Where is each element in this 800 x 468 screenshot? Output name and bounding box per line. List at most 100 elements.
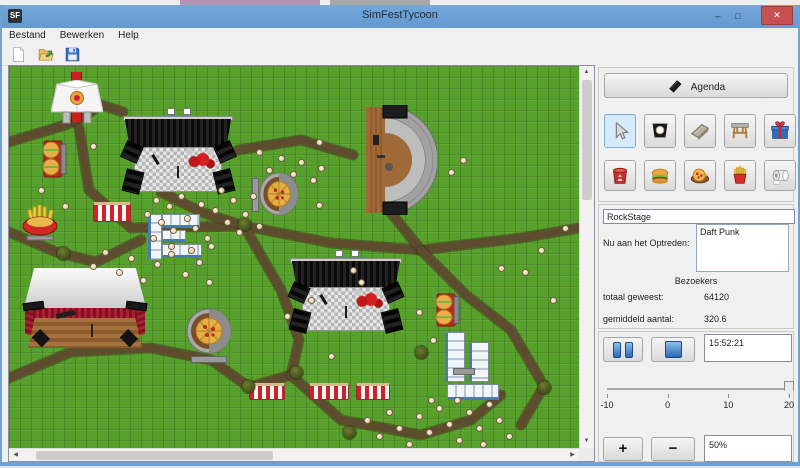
info-group: Nu aan het Optreden: Daft Punk Bezoekers… [598, 204, 794, 329]
main-stage[interactable] [119, 108, 237, 196]
tool-gate-button[interactable] [724, 114, 756, 148]
visitor-dot [387, 410, 392, 415]
festival-map[interactable] [9, 66, 579, 448]
horizontal-scrollbar[interactable]: ◀ ▶ [9, 448, 579, 461]
menu-item-help[interactable]: Help [111, 28, 146, 41]
now-playing-list[interactable]: Daft Punk [696, 224, 789, 272]
menu-item-bestand[interactable]: Bestand [2, 28, 53, 41]
toilet-h[interactable] [162, 244, 202, 258]
visitor-dot [91, 144, 96, 149]
visitor-dot [351, 268, 356, 273]
scroll-right-icon[interactable]: ▶ [566, 449, 579, 462]
tool-spotlight-button[interactable] [644, 114, 676, 148]
time-display: 15:52:21 [704, 334, 792, 362]
visitor-dot [457, 438, 462, 443]
visitor-dot [193, 226, 198, 231]
visitor-dot [103, 250, 108, 255]
visitor-dot [185, 216, 190, 221]
title-bar[interactable]: SF SimFestTycoon – □ ✕ [2, 5, 798, 28]
visitor-dot [507, 434, 512, 439]
zoom-out-button[interactable]: − [651, 437, 695, 461]
main-stage[interactable] [286, 250, 406, 335]
toilet-h[interactable] [447, 384, 499, 400]
visitor-dot [467, 410, 472, 415]
visitor-dot [397, 426, 402, 431]
menu-item-bewerken[interactable]: Bewerken [53, 28, 111, 41]
tool-toiletpaper-button[interactable] [764, 160, 796, 191]
horizontal-scroll-thumb[interactable] [36, 451, 273, 460]
close-button[interactable]: ✕ [761, 6, 793, 25]
scroll-down-icon[interactable]: ▼ [580, 435, 593, 448]
pizza-stand[interactable] [259, 172, 299, 216]
striped-stand[interactable] [309, 383, 349, 400]
save-button[interactable] [62, 46, 82, 64]
entrance-tent[interactable] [51, 80, 103, 126]
striped-stand[interactable] [356, 383, 390, 400]
visitor-dot [497, 418, 502, 423]
visitor-dot [449, 170, 454, 175]
barn-stage[interactable] [23, 268, 147, 348]
visitor-dot [251, 194, 256, 199]
visitor-dot [267, 168, 272, 173]
vertical-scroll-thumb[interactable] [582, 80, 592, 200]
save-icon [64, 51, 81, 66]
fries-stand[interactable] [21, 205, 61, 241]
visitor-dot [523, 270, 528, 275]
tool-road-button[interactable] [684, 114, 716, 148]
slider-track[interactable] [607, 388, 789, 390]
maximize-button[interactable]: □ [729, 10, 747, 24]
tool-grid [599, 106, 793, 198]
visitor-dot [417, 414, 422, 419]
visitor-dot [455, 398, 460, 403]
toilet-v[interactable] [469, 342, 489, 382]
tool-fries-button[interactable] [724, 160, 756, 191]
tool-burger-button[interactable] [644, 160, 676, 191]
plank[interactable] [191, 356, 227, 363]
stop-icon [665, 341, 682, 358]
striped-stand[interactable] [93, 202, 131, 222]
tool-trash-button[interactable] [604, 160, 636, 191]
stage-name-input[interactable] [603, 209, 795, 224]
zoom-in-button[interactable]: + [603, 437, 643, 461]
tool-select-button[interactable] [604, 114, 636, 148]
visitor-dot [431, 338, 436, 343]
agenda-button[interactable]: Agenda [604, 73, 788, 98]
visitor-dot [117, 270, 122, 275]
amphitheater[interactable] [353, 105, 437, 215]
now-playing-value: Daft Punk [700, 227, 740, 237]
tool-gift-button[interactable] [764, 114, 796, 148]
tools-group: Agenda [598, 67, 794, 202]
burger-stand[interactable] [429, 293, 463, 327]
cursor-icon [605, 120, 635, 142]
vertical-scrollbar[interactable]: ▲ ▼ [579, 66, 594, 448]
new-button[interactable] [8, 46, 28, 64]
average-visitors-label: gemiddeld aantal: [603, 314, 674, 324]
visitor-dot [91, 264, 96, 269]
plank[interactable] [453, 368, 475, 375]
visitor-dot [317, 140, 322, 145]
open-folder-icon [37, 51, 54, 66]
control-panel: Agenda Nu aan het Optreden: Daft Punk Be… [596, 65, 798, 462]
visitor-dot [141, 278, 146, 283]
stop-button[interactable] [651, 337, 695, 362]
pause-button[interactable] [603, 337, 643, 362]
visitor-dot [197, 260, 202, 265]
visitor-dot [551, 298, 556, 303]
minimize-button[interactable]: – [709, 10, 727, 24]
new-file-icon [10, 51, 27, 66]
tool-pizza-button[interactable] [684, 160, 716, 191]
visitor-dot [213, 208, 218, 213]
playback-group: 15:52:21 -1001020 + − 50% [598, 331, 794, 462]
pizza-stand[interactable] [186, 308, 232, 354]
visitor-dot [417, 310, 422, 315]
tree [343, 426, 356, 439]
speed-slider[interactable]: -1001020 [607, 380, 789, 416]
visitor-dot [447, 422, 452, 427]
tree [242, 380, 255, 393]
scroll-left-icon[interactable]: ◀ [9, 449, 22, 462]
visitor-dot [154, 198, 159, 203]
scroll-up-icon[interactable]: ▲ [580, 66, 593, 79]
open-button[interactable] [35, 46, 55, 64]
burger-stand[interactable] [36, 140, 70, 178]
burger-icon [645, 165, 675, 187]
